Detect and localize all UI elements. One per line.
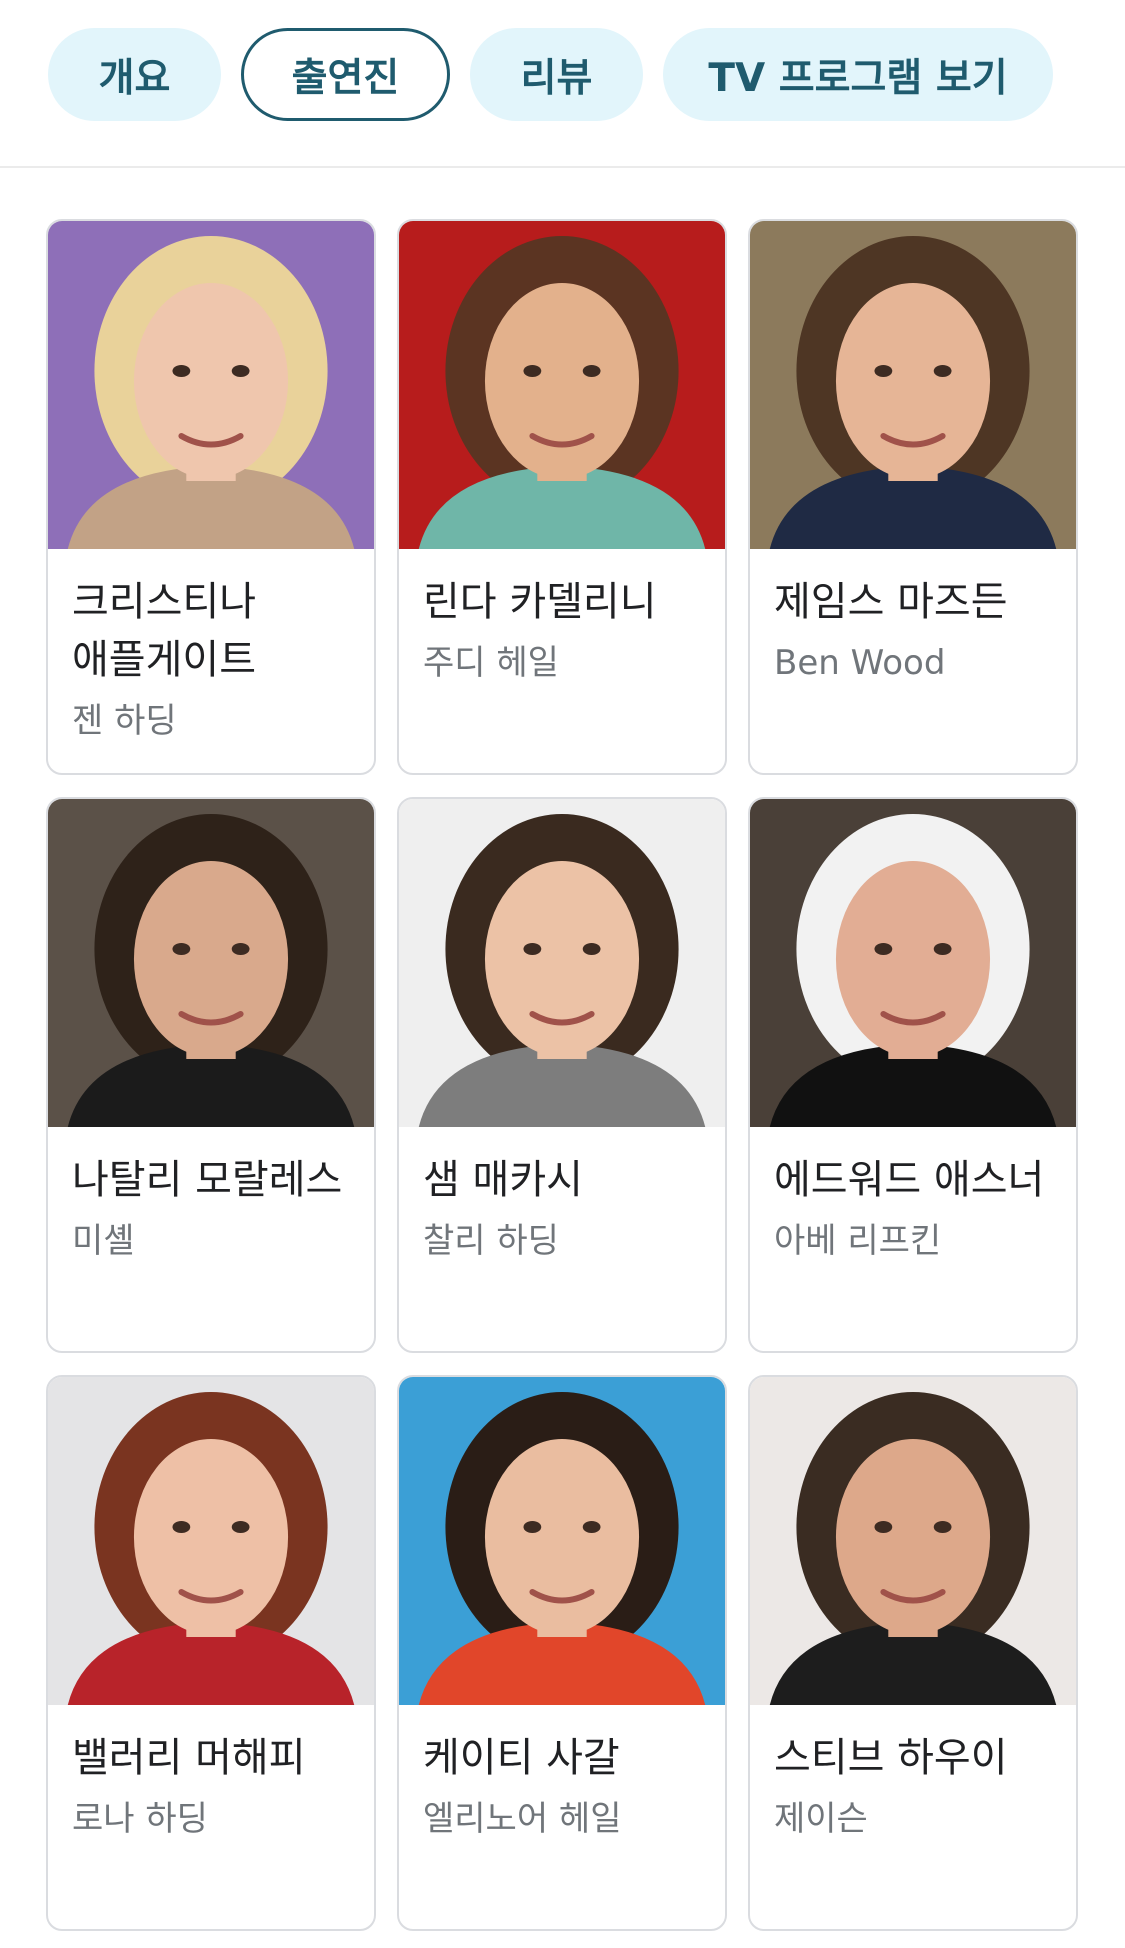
character-name: 제이슨	[774, 1799, 868, 1839]
tab-watch-tv-show[interactable]: TV 프로그램 보기	[663, 28, 1053, 121]
character-name: 미셸	[72, 1221, 135, 1261]
cast-card[interactable]: 나탈리 모랄레스 미셸	[46, 797, 376, 1353]
actor-name: 크리스티나 애플게이트	[72, 579, 256, 683]
actor-photo	[399, 221, 725, 549]
character-name: 엘리노어 헤일	[423, 1799, 622, 1839]
tab-overview[interactable]: 개요	[48, 28, 221, 121]
cast-card[interactable]: 케이티 사갈 엘리노어 헤일	[397, 1375, 727, 1931]
cast-card[interactable]: 밸러리 머해피 로나 하딩	[46, 1375, 376, 1931]
actor-name: 린다 카델리니	[423, 579, 657, 625]
actor-photo	[48, 221, 374, 549]
cast-card[interactable]: 샘 매카시 찰리 하딩	[397, 797, 727, 1353]
portrait-illustration	[399, 799, 725, 1127]
portrait-illustration	[750, 1377, 1076, 1705]
portrait-illustration	[399, 1377, 725, 1705]
actor-name: 샘 매카시	[423, 1157, 583, 1203]
portrait-illustration	[48, 221, 374, 549]
actor-photo	[750, 799, 1076, 1127]
character-name: 찰리 하딩	[423, 1221, 559, 1261]
portrait-illustration	[750, 799, 1076, 1127]
character-name: 로나 하딩	[72, 1799, 208, 1839]
tab-reviews[interactable]: 리뷰	[470, 28, 643, 121]
cast-card[interactable]: 린다 카델리니 주디 헤일	[397, 219, 727, 775]
actor-photo	[399, 1377, 725, 1705]
tab-bar: 개요 출연진 리뷰 TV 프로그램 보기	[0, 0, 1125, 168]
actor-name: 스티브 하우이	[774, 1735, 1008, 1781]
actor-name: 제임스 마즈든	[774, 579, 1008, 625]
character-name: 아베 리프킨	[774, 1221, 942, 1261]
portrait-illustration	[48, 1377, 374, 1705]
portrait-illustration	[750, 221, 1076, 549]
portrait-illustration	[48, 799, 374, 1127]
actor-photo	[750, 1377, 1076, 1705]
actor-name: 케이티 사갈	[423, 1735, 620, 1781]
actor-name: 에드워드 애스너	[774, 1157, 1045, 1203]
actor-photo	[399, 799, 725, 1127]
character-name: 젠 하딩	[72, 701, 177, 741]
cast-card[interactable]: 스티브 하우이 제이슨	[748, 1375, 1078, 1931]
character-name: Ben Wood	[774, 643, 946, 683]
cast-card[interactable]: 크리스티나 애플게이트 젠 하딩	[46, 219, 376, 775]
cast-card[interactable]: 제임스 마즈든 Ben Wood	[748, 219, 1078, 775]
cast-grid: 크리스티나 애플게이트 젠 하딩 린다 카델리니 주디 헤일 제임스 마즈든 B…	[46, 219, 1079, 1931]
actor-name: 밸러리 머해피	[72, 1735, 306, 1781]
actor-photo	[48, 1377, 374, 1705]
tab-cast[interactable]: 출연진	[241, 28, 450, 121]
cast-card[interactable]: 에드워드 애스너 아베 리프킨	[748, 797, 1078, 1353]
actor-name: 나탈리 모랄레스	[72, 1157, 343, 1203]
actor-photo	[48, 799, 374, 1127]
portrait-illustration	[399, 221, 725, 549]
actor-photo	[750, 221, 1076, 549]
character-name: 주디 헤일	[423, 643, 559, 683]
